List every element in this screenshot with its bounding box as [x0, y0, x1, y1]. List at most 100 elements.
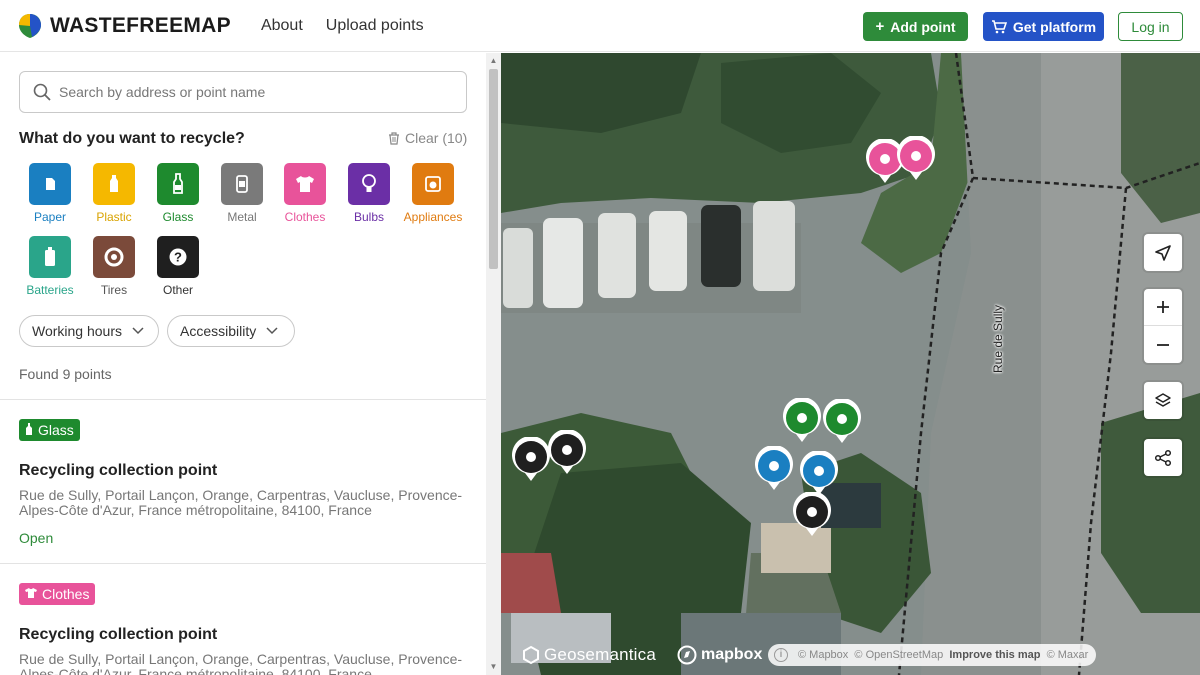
- zoom-in-button[interactable]: [1144, 289, 1182, 326]
- paper-icon: [29, 163, 71, 205]
- category-label: Plastic: [96, 210, 132, 224]
- improve-map-link[interactable]: Improve this map: [949, 649, 1040, 661]
- mapbox-text: mapbox: [701, 646, 763, 663]
- divider: [0, 563, 486, 564]
- tire-icon: [93, 236, 135, 278]
- plus-icon: [1157, 301, 1169, 313]
- filter-accessibility[interactable]: Accessibility: [167, 315, 295, 347]
- geosemantica-logo[interactable]: Geosemantica: [521, 645, 656, 665]
- brand-name: WASTEFREEMAP: [50, 13, 231, 37]
- zoom-controls: [1144, 289, 1182, 363]
- add-point-button[interactable]: + Add point: [863, 12, 968, 41]
- category-label: Appliances: [403, 210, 463, 224]
- geosemantica-icon: [523, 645, 539, 665]
- map-attribution: i © Mapbox © OpenStreetMap Improve this …: [768, 644, 1097, 666]
- svg-text:?: ?: [174, 250, 182, 265]
- add-point-label: Add point: [890, 18, 956, 35]
- attribution-osm[interactable]: © OpenStreetMap: [854, 649, 943, 661]
- glass-bottle-icon: [157, 163, 199, 205]
- category-label: Batteries: [26, 283, 74, 297]
- map-marker[interactable]: [754, 446, 794, 492]
- search-input[interactable]: [59, 84, 439, 100]
- brand-logo[interactable]: WASTEFREEMAP: [18, 13, 231, 39]
- category-bulbs[interactable]: Bulbs: [337, 163, 401, 224]
- search-box[interactable]: [19, 71, 467, 113]
- layers-icon: [1155, 392, 1171, 407]
- cart-icon: [991, 19, 1007, 33]
- found-count: Found 9 points: [19, 366, 112, 382]
- logo-icon: [19, 13, 41, 38]
- map-marker[interactable]: [896, 136, 936, 182]
- category-label: Bulbs: [353, 210, 385, 224]
- category-tires[interactable]: Tires: [82, 236, 146, 297]
- map-marker[interactable]: [792, 492, 832, 538]
- sidebar: What do you want to recycle? Clear (10) …: [0, 53, 486, 675]
- category-other[interactable]: ? Other: [146, 236, 210, 297]
- scroll-up-icon[interactable]: ▲: [489, 56, 498, 65]
- filter-working-hours[interactable]: Working hours: [19, 315, 159, 347]
- mapbox-logo[interactable]: mapbox: [677, 645, 762, 665]
- question-icon: ?: [157, 236, 199, 278]
- category-metal[interactable]: Metal: [210, 163, 274, 224]
- nav-about[interactable]: About: [261, 17, 303, 35]
- clear-label: Clear (10): [405, 130, 468, 146]
- map-marker[interactable]: [511, 437, 551, 483]
- badge-label: Clothes: [42, 586, 90, 602]
- divider: [0, 399, 486, 400]
- category-clothes[interactable]: Clothes: [273, 163, 337, 224]
- result-title: Recycling collection point: [19, 626, 218, 643]
- category-appliances[interactable]: Appliances: [401, 163, 465, 224]
- scroll-down-icon[interactable]: ▼: [489, 662, 498, 671]
- badge-label: Glass: [38, 422, 74, 438]
- zoom-out-button[interactable]: [1144, 326, 1182, 363]
- result-address: Rue de Sully, Portail Lançon, Orange, Ca…: [19, 651, 463, 675]
- map-marker[interactable]: [547, 430, 587, 476]
- filter-label: Accessibility: [180, 323, 257, 339]
- bulb-icon: [348, 163, 390, 205]
- login-button[interactable]: Log in: [1118, 12, 1183, 41]
- minus-icon: [1157, 343, 1169, 346]
- category-glass[interactable]: Glass: [146, 163, 210, 224]
- map-marker[interactable]: [822, 399, 862, 445]
- plus-icon: +: [875, 18, 885, 35]
- get-platform-button[interactable]: Get platform: [983, 12, 1104, 41]
- recycle-title: What do you want to recycle?: [19, 130, 245, 147]
- category-plastic[interactable]: Plastic: [82, 163, 146, 224]
- shirt-icon: [25, 587, 37, 601]
- scroll-thumb[interactable]: [489, 69, 498, 269]
- layers-button[interactable]: [1144, 382, 1182, 419]
- get-platform-label: Get platform: [1012, 18, 1097, 35]
- result-address: Rue de Sully, Portail Lançon, Orange, Ca…: [19, 487, 463, 518]
- category-badge: Glass: [19, 419, 80, 441]
- map-marker[interactable]: [799, 451, 839, 497]
- map-marker[interactable]: [782, 398, 822, 444]
- attribution-maxar[interactable]: © Maxar: [1047, 649, 1089, 661]
- category-batteries[interactable]: Batteries: [18, 236, 82, 297]
- satellite-imagery: [501, 53, 1200, 675]
- nav-upload-points[interactable]: Upload points: [326, 17, 424, 35]
- chevron-down-icon: [132, 327, 144, 335]
- geolocate-button[interactable]: [1144, 234, 1182, 271]
- category-label: Other: [162, 283, 193, 297]
- result-title: Recycling collection point: [19, 462, 218, 479]
- mapbox-icon: [677, 645, 697, 665]
- category-paper[interactable]: Paper: [18, 163, 82, 224]
- share-button[interactable]: [1144, 439, 1182, 476]
- search-icon: [33, 83, 51, 101]
- category-label: Metal: [227, 210, 257, 224]
- appliance-icon: [412, 163, 454, 205]
- street-label: Rue de Sully: [991, 304, 1005, 373]
- bottle-icon: [93, 163, 135, 205]
- sidebar-scrollbar[interactable]: ▲ ▼: [486, 53, 501, 675]
- category-label: Glass: [162, 210, 194, 224]
- chevron-down-icon: [266, 327, 278, 335]
- info-icon[interactable]: i: [774, 648, 788, 662]
- attribution-mapbox[interactable]: © Mapbox: [798, 649, 848, 661]
- geosemantica-text: Geosemantica: [544, 645, 657, 664]
- share-icon: [1154, 449, 1172, 466]
- filter-label: Working hours: [32, 323, 123, 339]
- category-label: Clothes: [284, 210, 326, 224]
- navigation-arrow-icon: [1155, 244, 1171, 261]
- clear-button[interactable]: Clear (10): [388, 130, 467, 146]
- map-view[interactable]: Rue de Sully Geosemantica mapbox i © Map…: [501, 53, 1200, 675]
